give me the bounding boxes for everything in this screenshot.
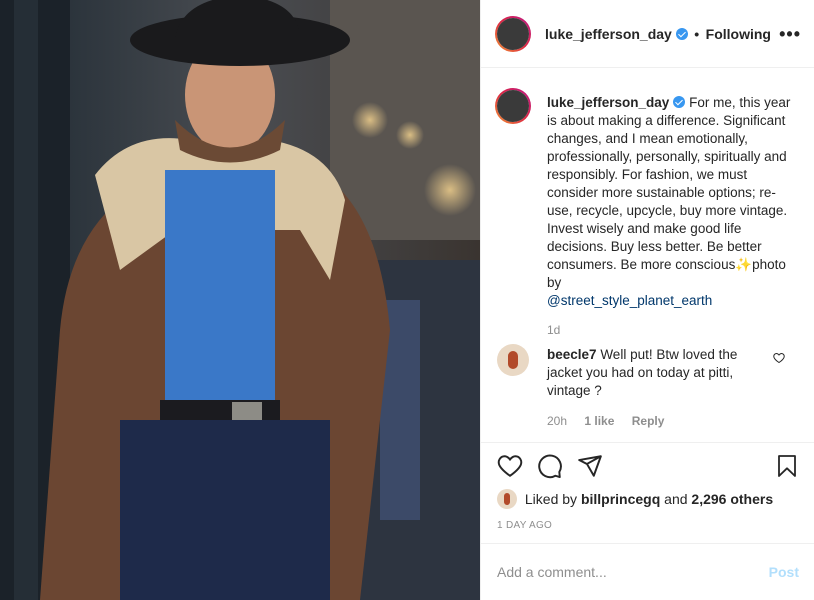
liker-username[interactable]: billprincegq: [581, 491, 660, 507]
likes-prefix: Liked by: [524, 491, 578, 507]
sparkles-emoji: ✨: [735, 257, 753, 272]
comment-input[interactable]: Add a comment...: [497, 564, 607, 580]
follow-separator: •: [694, 26, 700, 42]
likes-summary: Liked by billprincegq and 2,296 others: [497, 488, 807, 512]
post-actions: [481, 442, 814, 490]
bookmark-icon[interactable]: [775, 453, 799, 479]
post-side-panel: luke_jefferson_day • Following ••• luke_…: [480, 0, 814, 600]
comment-likes[interactable]: 1 like: [584, 414, 614, 428]
post-comment-button[interactable]: Post: [769, 564, 799, 580]
verified-badge-icon: [675, 28, 688, 40]
post-photo-image: [0, 0, 480, 600]
comment-like-heart-icon[interactable]: [773, 352, 785, 364]
post-date[interactable]: 1 DAY AGO: [497, 520, 552, 531]
post-caption: luke_jefferson_day For me, this year is …: [547, 94, 797, 310]
add-comment-bar: Add a comment... Post: [481, 543, 814, 600]
caption-username[interactable]: luke_jefferson_day: [547, 95, 669, 110]
post-header: luke_jefferson_day • Following •••: [481, 0, 814, 68]
likes-connector: and: [664, 491, 688, 507]
verified-badge-icon: [673, 96, 686, 108]
more-options-button[interactable]: •••: [779, 24, 801, 45]
author-username[interactable]: luke_jefferson_day: [545, 26, 672, 42]
comments-area[interactable]: luke_jefferson_day For me, this year is …: [481, 68, 814, 440]
commenter-avatar[interactable]: [497, 344, 529, 376]
caption-text: For me, this year is about making a diff…: [547, 95, 791, 272]
post-photo[interactable]: [0, 0, 480, 600]
caption-author-avatar[interactable]: [495, 88, 531, 124]
photo-credit-link[interactable]: @street_style_planet_earth: [547, 293, 712, 308]
author-avatar[interactable]: [495, 16, 531, 52]
commenter-username[interactable]: beecle7: [547, 347, 597, 362]
share-icon[interactable]: [577, 453, 603, 479]
comment-meta: 20h 1 like Reply: [547, 414, 678, 428]
likes-others-count[interactable]: 2,296 others: [691, 491, 773, 507]
comment-age[interactable]: 20h: [547, 414, 567, 428]
following-button[interactable]: Following: [706, 26, 771, 42]
caption-age[interactable]: 1d: [547, 323, 560, 337]
reply-button[interactable]: Reply: [632, 414, 665, 428]
heart-icon[interactable]: [497, 453, 523, 479]
comment-icon[interactable]: [537, 453, 563, 479]
liker-avatar[interactable]: [497, 489, 517, 509]
comment-body: beecle7 Well put! Btw loved the jacket y…: [547, 346, 767, 400]
